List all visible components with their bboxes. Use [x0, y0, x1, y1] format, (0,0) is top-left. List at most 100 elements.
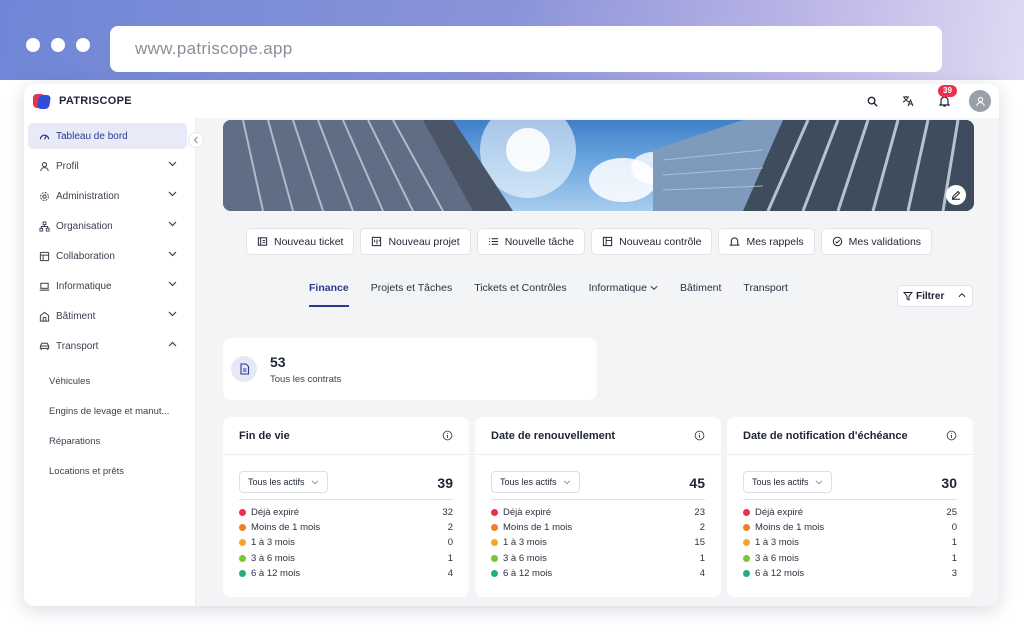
contracts-count: 53 — [270, 353, 286, 370]
chevron-down-icon — [168, 281, 177, 287]
card-total: 30 — [941, 475, 957, 491]
sidebar-item-label: Profil — [56, 160, 79, 172]
window-controls — [26, 38, 90, 52]
tab-projets-taches[interactable]: Projets et Tâches — [371, 282, 453, 307]
list-item: 6 à 12 mois 3 — [743, 566, 957, 581]
control-icon — [603, 236, 613, 247]
app-window: PATRISCOPE 39 Tableau de bord Profil Adm… — [24, 84, 999, 606]
asset-select[interactable]: Tous les actifs — [239, 471, 328, 493]
chevron-down-icon — [168, 221, 177, 227]
action-label: Nouvelle tâche — [504, 235, 575, 248]
chevron-down-icon — [168, 191, 177, 197]
sidebar-subitem-engins[interactable]: Engins de levage et manut... — [49, 406, 179, 417]
sidebar-item-tableau-de-bord[interactable]: Tableau de bord — [28, 123, 187, 149]
board-icon — [38, 250, 50, 262]
bell-icon — [729, 237, 741, 246]
logo-mark-icon — [33, 92, 51, 110]
my-reminders-button[interactable]: Mes rappels — [718, 228, 815, 255]
sidebar-item-label: Bâtiment — [56, 310, 96, 322]
tab-label: Transport — [743, 282, 788, 294]
sidebar-item-label: Collaboration — [56, 250, 115, 262]
sidebar-item-batiment[interactable]: Bâtiment — [28, 303, 187, 329]
chevron-down-icon — [311, 480, 318, 484]
tab-informatique[interactable]: Informatique — [589, 282, 658, 307]
stat-card-date-de-notification: Date de notification d'échéance Tous les… — [727, 417, 973, 597]
select-value: Tous les actifs — [248, 477, 305, 487]
card-title: Date de notification d'échéance — [743, 429, 908, 442]
list-item: Moins de 1 mois 2 — [491, 520, 705, 535]
tab-tickets-controles[interactable]: Tickets et Contrôles — [474, 282, 566, 307]
top-actions: 39 — [861, 85, 991, 112]
chevron-down-icon — [563, 480, 570, 484]
info-icon[interactable] — [694, 430, 705, 441]
tab-transport[interactable]: Transport — [743, 282, 788, 307]
document-icon — [231, 356, 257, 382]
my-validations-button[interactable]: Mes validations — [820, 228, 933, 255]
new-control-button[interactable]: Nouveau contrôle — [591, 228, 713, 255]
new-ticket-button[interactable]: Nouveau ticket — [246, 228, 355, 255]
sidebar-subitem-locations[interactable]: Locations et prêts — [49, 466, 179, 477]
avatar[interactable] — [969, 90, 991, 112]
list-item: 6 à 12 mois 4 — [491, 566, 705, 581]
top-bar: PATRISCOPE 39 — [24, 84, 999, 118]
user-icon — [38, 160, 50, 172]
contracts-card[interactable]: 53 Tous les contrats — [223, 338, 597, 400]
user-icon — [975, 96, 985, 106]
list-item: Moins de 1 mois 2 — [239, 520, 453, 535]
dashboard-icon — [38, 130, 50, 142]
sidebar-item-informatique[interactable]: Informatique — [28, 273, 187, 299]
sidebar-subitem-vehicules[interactable]: Véhicules — [49, 376, 179, 387]
action-label: Nouveau contrôle — [619, 235, 702, 248]
tab-label: Informatique — [588, 282, 647, 294]
bell-icon[interactable]: 39 — [933, 85, 957, 112]
tab-label: Projets et Tâches — [370, 282, 453, 294]
list-item: Déjà expiré 32 — [239, 505, 453, 520]
chevron-up-icon — [168, 341, 177, 347]
translate-icon[interactable] — [897, 90, 919, 112]
sidebar-item-transport[interactable]: Transport — [28, 333, 187, 359]
sidebar-item-administration[interactable]: Administration — [28, 183, 187, 209]
asset-select[interactable]: Tous les actifs — [743, 471, 832, 493]
window-dot[interactable] — [51, 38, 65, 52]
tab-label: Finance — [309, 282, 349, 294]
funnel-icon — [903, 292, 913, 301]
filter-button[interactable]: Filtrer — [897, 285, 973, 307]
card-total: 39 — [437, 475, 453, 491]
sidebar-item-organisation[interactable]: Organisation — [28, 213, 187, 239]
info-icon[interactable] — [442, 430, 453, 441]
list-item: Déjà expiré 23 — [491, 505, 705, 520]
address-bar[interactable]: www.patriscope.app — [110, 26, 942, 72]
chevron-down-icon — [168, 161, 177, 167]
tab-batiment[interactable]: Bâtiment — [680, 282, 721, 307]
address-bar-url: www.patriscope.app — [135, 39, 293, 58]
action-label: Mes validations — [848, 235, 922, 248]
sidebar-subitem-reparations[interactable]: Réparations — [49, 436, 179, 447]
edit-banner-button[interactable] — [946, 185, 966, 205]
sidebar-collapse-button[interactable] — [188, 132, 204, 148]
org-chart-icon — [38, 220, 50, 232]
contracts-label: Tous les contrats — [270, 373, 342, 385]
card-title: Date de renouvellement — [491, 429, 616, 442]
search-icon[interactable] — [861, 90, 883, 112]
select-value: Tous les actifs — [500, 477, 557, 487]
action-label: Nouveau ticket — [274, 235, 344, 248]
banner-image — [223, 120, 974, 211]
logo[interactable]: PATRISCOPE — [33, 92, 132, 110]
filter-label: Filtrer — [916, 290, 945, 302]
action-label: Mes rappels — [746, 235, 804, 248]
tab-finance[interactable]: Finance — [309, 282, 349, 307]
stat-card-fin-de-vie: Fin de vie Tous les actifs 39 Déjà expir… — [223, 417, 469, 597]
list-icon — [488, 238, 498, 245]
window-dot[interactable] — [26, 38, 40, 52]
chevron-left-icon — [193, 136, 198, 144]
window-dot[interactable] — [76, 38, 90, 52]
tab-label: Bâtiment — [679, 282, 722, 294]
info-icon[interactable] — [946, 430, 957, 441]
asset-select[interactable]: Tous les actifs — [491, 471, 580, 493]
new-task-button[interactable]: Nouvelle tâche — [476, 228, 586, 255]
chevron-down-icon — [815, 480, 822, 484]
new-project-button[interactable]: Nouveau projet — [360, 228, 471, 255]
sidebar-item-profil[interactable]: Profil — [28, 153, 187, 179]
sidebar-item-collaboration[interactable]: Collaboration — [28, 243, 187, 269]
action-label: Nouveau projet — [388, 235, 460, 248]
